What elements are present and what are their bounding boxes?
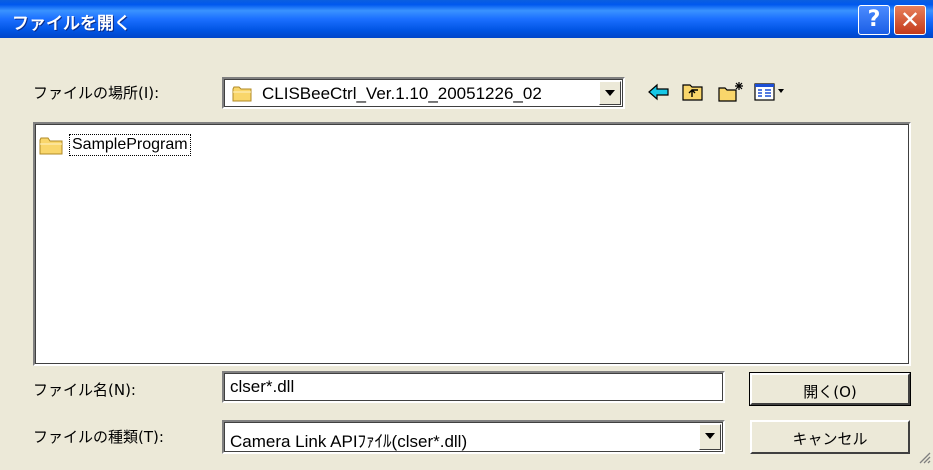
close-button[interactable]: ✕: [894, 5, 926, 35]
open-button[interactable]: 開く(O): [749, 372, 911, 406]
back-arrow-icon[interactable]: [646, 80, 672, 104]
window-title: ファイルを開く: [12, 14, 131, 34]
folder-icon: [39, 136, 65, 160]
new-folder-icon[interactable]: [716, 80, 743, 104]
look-in-combo[interactable]: CLISBeeCtrl_Ver.1.10_20051226_02: [222, 77, 625, 109]
filename-input[interactable]: [222, 371, 725, 403]
folder-icon: [232, 85, 254, 107]
look-in-value: CLISBeeCtrl_Ver.1.10_20051226_02: [262, 84, 542, 103]
help-button[interactable]: ?: [858, 5, 890, 35]
filetype-dropdown-button[interactable]: [699, 424, 721, 450]
file-name: SampleProgram: [69, 134, 191, 156]
title-bar: ファイルを開く ? ✕: [0, 0, 933, 38]
chevron-down-icon: [705, 433, 715, 439]
look-in-label: ファイルの場所(I):: [33, 84, 160, 102]
chevron-down-icon: [605, 90, 615, 96]
cancel-button[interactable]: キャンセル: [750, 420, 910, 454]
filetype-combo[interactable]: Camera Link APIﾌｧｲﾙ(clser*.dll): [222, 420, 725, 454]
cancel-button-label: キャンセル: [792, 430, 868, 448]
view-menu-icon[interactable]: [752, 80, 788, 104]
filetype-value: Camera Link APIﾌｧｲﾙ(clser*.dll): [230, 432, 468, 451]
filetype-label: ファイルの種類(T):: [33, 428, 164, 446]
filename-label: ファイル名(N):: [33, 381, 136, 399]
look-in-dropdown-button[interactable]: [599, 81, 621, 105]
resize-grip-icon[interactable]: [917, 450, 931, 468]
open-button-label: 開く(O): [803, 383, 857, 401]
up-folder-icon[interactable]: [680, 80, 706, 104]
file-list[interactable]: SampleProgram: [33, 122, 911, 366]
